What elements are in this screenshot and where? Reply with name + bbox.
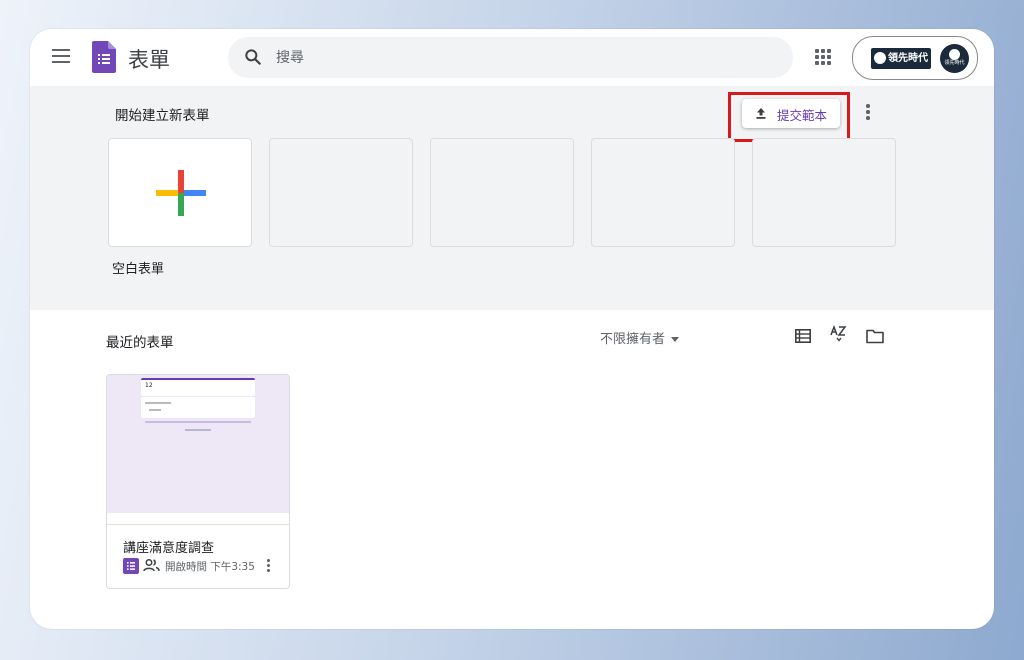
- forms-logo-icon[interactable]: [92, 41, 116, 73]
- form-opened-time: 開啟時間 下午3:35: [165, 561, 255, 573]
- more-vert-icon[interactable]: [267, 559, 271, 575]
- app-window: 表單 領先時代 領先時代 開始建立新表單 提交範本: [30, 29, 994, 629]
- brand-text: 領先時代: [888, 53, 928, 64]
- blank-form-card[interactable]: [108, 138, 252, 247]
- search-icon[interactable]: [243, 47, 263, 67]
- form-thumbnail: 12: [107, 375, 289, 513]
- owner-filter-dropdown[interactable]: 不限擁有者: [600, 328, 680, 347]
- chevron-down-icon: [671, 337, 680, 342]
- sort-az-icon[interactable]: [830, 325, 848, 343]
- upload-icon: [756, 108, 766, 119]
- account-switcher[interactable]: 領先時代 領先時代: [852, 36, 978, 80]
- plus-icon: [156, 170, 206, 216]
- submit-template-button[interactable]: 提交範本: [742, 99, 840, 128]
- brand-logo: 領先時代: [871, 48, 931, 69]
- forms-icon: [123, 558, 139, 574]
- thumbnail-footer-logo: [185, 429, 211, 431]
- template-gallery: 開始建立新表單 提交範本 空白表單: [30, 86, 994, 310]
- search-input[interactable]: [276, 37, 756, 78]
- search-bar[interactable]: [228, 37, 793, 78]
- recent-form-card[interactable]: 12 講座滿意度調查 開啟時間 下午3:35: [106, 374, 290, 589]
- thumbnail-number: 12: [145, 382, 153, 389]
- folder-icon[interactable]: [866, 328, 884, 344]
- more-vert-icon[interactable]: [866, 104, 870, 120]
- top-bar: 表單 領先時代 領先時代: [30, 29, 994, 86]
- avatar-text: 領先時代: [944, 60, 965, 66]
- recent-section-title: 最近的表單: [106, 335, 174, 351]
- card-divider: [107, 524, 289, 525]
- template-card-placeholder[interactable]: [591, 138, 735, 247]
- template-card-placeholder[interactable]: [752, 138, 896, 247]
- form-title: 講座滿意度調查: [123, 541, 215, 556]
- shared-people-icon: [143, 559, 160, 572]
- thumbnail-question: [141, 397, 255, 418]
- apps-grid-icon[interactable]: [815, 49, 831, 65]
- avatar[interactable]: 領先時代: [940, 44, 969, 73]
- submit-template-label: 提交範本: [777, 108, 828, 123]
- template-card-placeholder[interactable]: [269, 138, 413, 247]
- list-view-icon[interactable]: [795, 329, 811, 343]
- template-card-placeholder[interactable]: [430, 138, 574, 247]
- template-section-title: 開始建立新表單: [115, 108, 210, 124]
- app-title: 表單: [128, 48, 170, 72]
- blank-form-label: 空白表單: [112, 262, 165, 277]
- thumbnail-header: 12: [141, 378, 255, 396]
- owner-filter-label: 不限擁有者: [600, 332, 666, 347]
- thumbnail-footer-line: [145, 421, 251, 423]
- hamburger-icon[interactable]: [52, 49, 70, 63]
